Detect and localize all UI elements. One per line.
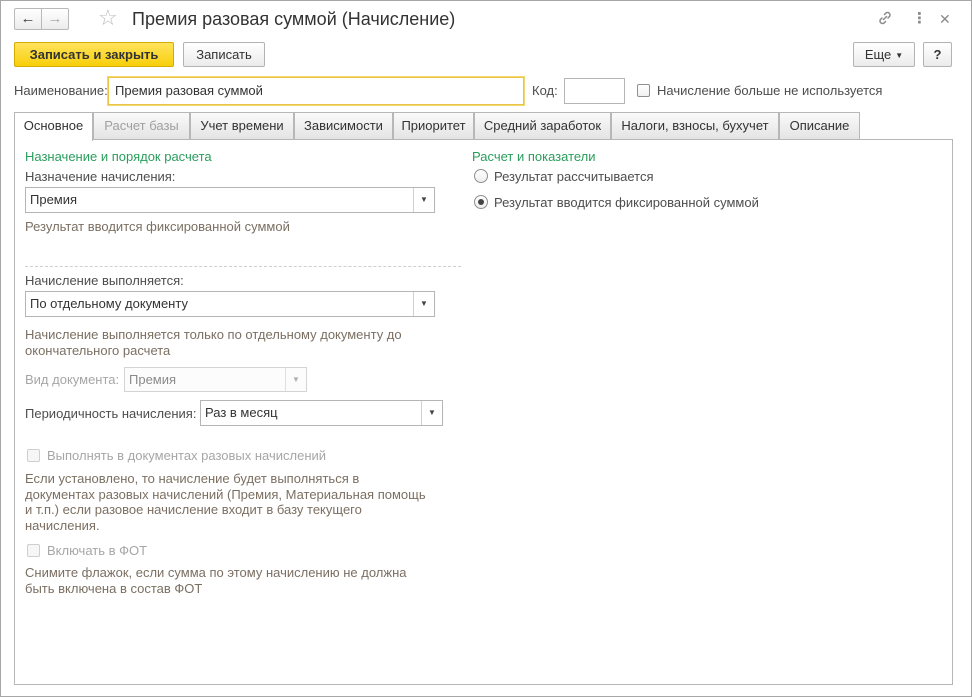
tab-average-earnings[interactable]: Средний заработок <box>474 112 611 139</box>
one-time-hint-line-4: начисления. <box>25 518 100 533</box>
calc-section-title: Расчет и показатели <box>472 149 596 164</box>
not-used-checkbox[interactable] <box>637 84 650 97</box>
doc-type-select: Премия ▼ <box>124 367 307 392</box>
link-icon[interactable] <box>877 10 893 31</box>
include-fot-checkbox <box>27 544 40 557</box>
execution-label: Начисление выполняется: <box>25 273 184 288</box>
tab-dependencies[interactable]: Зависимости <box>294 112 393 139</box>
form-window: ← → ☆ Премия разовая суммой (Начисление)… <box>0 0 972 697</box>
tab-time-tracking[interactable]: Учет времени <box>190 112 294 139</box>
one-time-docs-label: Выполнять в документах разовых начислени… <box>47 448 327 463</box>
one-time-hint-line-1: Если установлено, то начисление будет вы… <box>25 471 360 486</box>
chevron-down-icon[interactable]: ▼ <box>413 188 434 212</box>
more-vertical-icon[interactable]: ⋮ <box>912 10 927 28</box>
tab-base-calculation[interactable]: Расчет базы <box>93 112 190 139</box>
periodicity-select[interactable]: Раз в месяц ▼ <box>200 400 443 426</box>
fot-hint-line-1: Снимите флажок, если сумма по этому начи… <box>25 565 407 580</box>
purpose-value: Премия <box>30 192 78 207</box>
arrow-left-icon: ← <box>20 10 36 27</box>
one-time-hint-line-3: и т.п.) если разовое начисление входит в… <box>25 502 362 517</box>
tab-description[interactable]: Описание <box>779 112 860 139</box>
radio-result-calculated-label: Результат рассчитывается <box>494 169 654 184</box>
purpose-label: Назначение начисления: <box>25 169 176 184</box>
periodicity-label: Периодичность начисления: <box>25 406 197 421</box>
purpose-section-title: Назначение и порядок расчета <box>25 149 212 164</box>
one-time-docs-checkbox <box>27 449 40 462</box>
doc-type-value: Премия <box>129 372 177 387</box>
radio-result-fixed-label: Результат вводится фиксированной суммой <box>494 195 759 210</box>
more-button-label: Еще <box>864 47 892 62</box>
code-input[interactable] <box>564 78 625 104</box>
window-title: Премия разовая суммой (Начисление) <box>132 9 456 29</box>
chevron-down-icon[interactable]: ▼ <box>413 292 434 316</box>
forward-button[interactable]: → <box>41 8 69 30</box>
radio-result-calculated[interactable] <box>474 169 488 183</box>
close-icon[interactable]: ✕ <box>939 10 951 28</box>
help-button[interactable]: ? <box>923 42 952 67</box>
tab-priority[interactable]: Приоритет <box>393 112 474 139</box>
doc-type-label: Вид документа: <box>25 372 120 387</box>
code-label: Код: <box>532 83 558 98</box>
purpose-hint: Результат вводится фиксированной суммой <box>25 219 290 234</box>
execution-select[interactable]: По отдельному документу ▼ <box>25 291 435 317</box>
save-and-close-button[interactable]: Записать и закрыть <box>14 42 174 67</box>
name-input[interactable]: Премия разовая суммой <box>108 77 524 105</box>
purpose-select[interactable]: Премия ▼ <box>25 187 435 213</box>
tab-main[interactable]: Основное <box>14 112 93 141</box>
execution-value: По отдельному документу <box>30 296 188 311</box>
chevron-down-icon[interactable]: ▼ <box>421 401 442 425</box>
chevron-down-icon: ▼ <box>285 368 306 391</box>
more-button[interactable]: Еще ▼ <box>853 42 915 67</box>
tab-taxes[interactable]: Налоги, взносы, бухучет <box>611 112 779 139</box>
not-used-label: Начисление больше не используется <box>657 83 883 98</box>
chevron-down-icon: ▼ <box>895 51 904 60</box>
title-bar: ← → ☆ Премия разовая суммой (Начисление)… <box>1 1 971 39</box>
arrow-right-icon: → <box>47 10 63 27</box>
execution-hint-line-2: окончательного расчета <box>25 343 171 358</box>
periodicity-value: Раз в месяц <box>205 405 278 420</box>
fot-hint-line-2: быть включена в состав ФОТ <box>25 581 203 596</box>
save-button[interactable]: Записать <box>183 42 265 67</box>
execution-hint-line-1: Начисление выполняется только по отдельн… <box>25 327 402 342</box>
star-icon[interactable]: ☆ <box>98 5 118 31</box>
divider <box>25 266 461 267</box>
back-button[interactable]: ← <box>14 8 42 30</box>
include-fot-label: Включать в ФОТ <box>47 543 148 558</box>
one-time-hint-line-2: документах разовых начислений (Премия, М… <box>25 487 426 502</box>
radio-result-fixed[interactable] <box>474 195 488 209</box>
name-label: Наименование: <box>14 83 108 98</box>
